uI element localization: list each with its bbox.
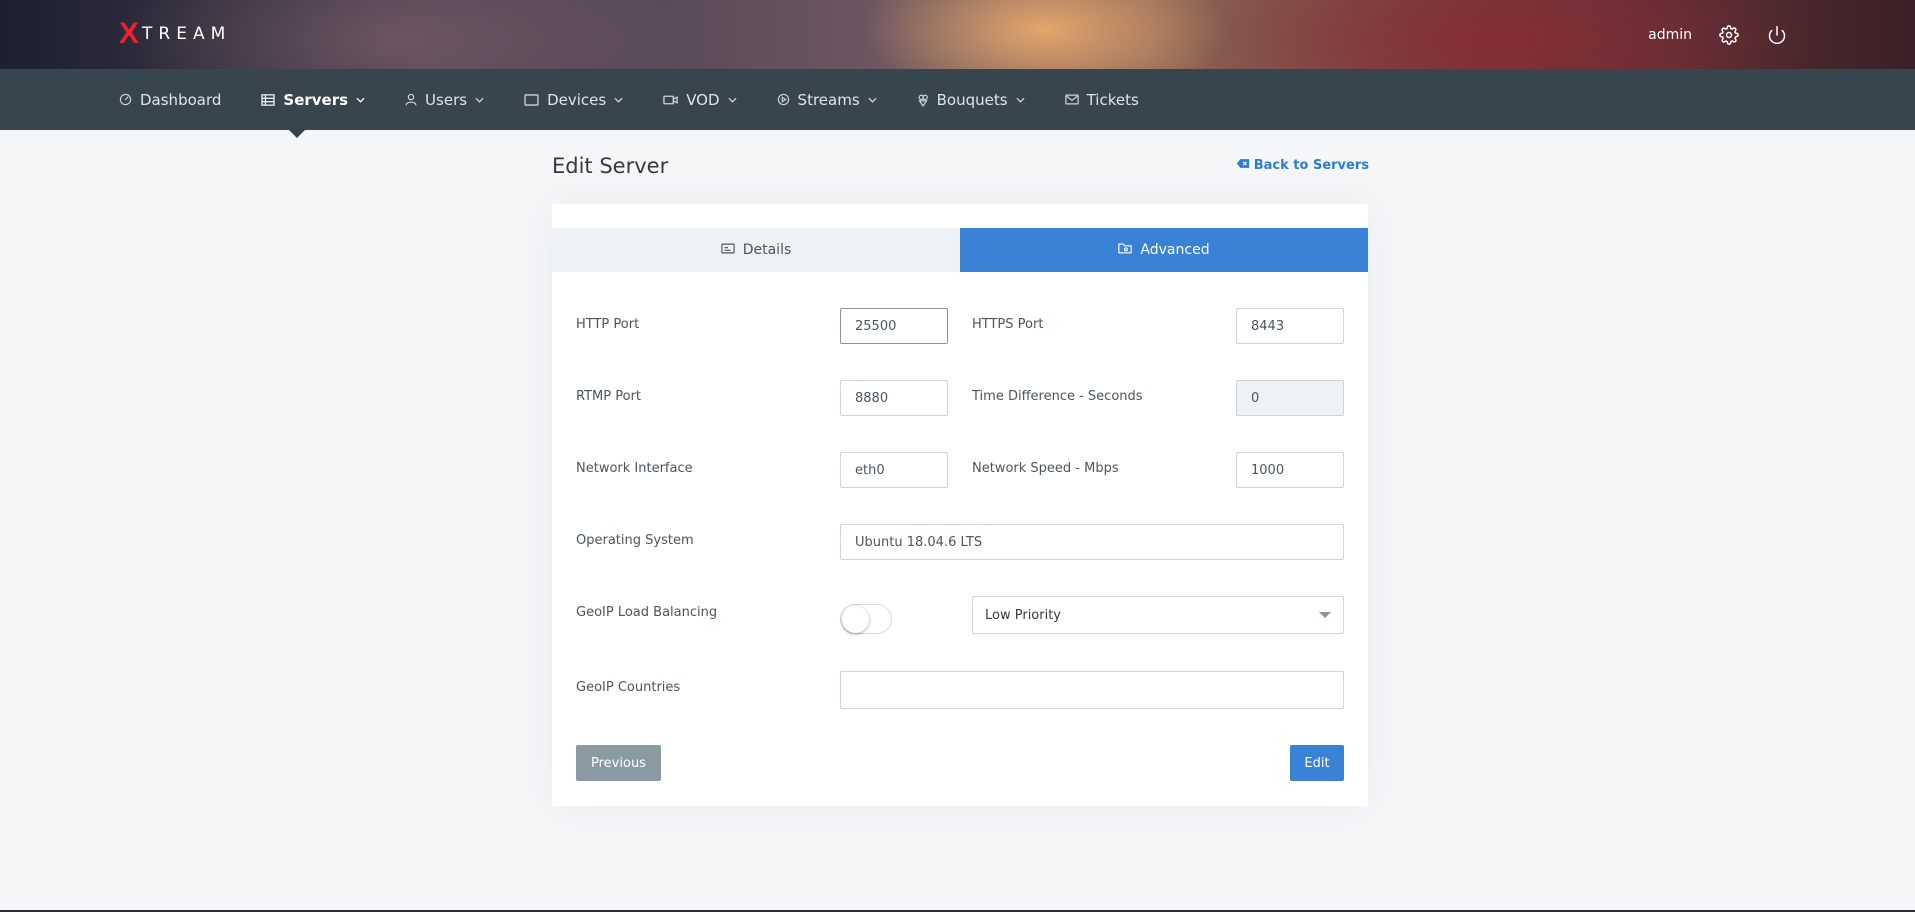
devices-icon [524, 93, 539, 106]
nav-label-users: Users [425, 90, 468, 109]
network-interface-label: Network Interface [576, 461, 693, 476]
edit-server-card: Details Advanced HTTP Port HTTPS Port RT… [552, 204, 1368, 806]
nav-item-servers[interactable]: Servers [261, 69, 365, 138]
nav-item-devices[interactable]: Devices [524, 69, 623, 130]
card-id-icon [721, 242, 735, 258]
chevron-down-icon [868, 97, 877, 103]
page-title: Edit Server [552, 154, 669, 178]
nav-label-tickets: Tickets [1086, 90, 1139, 109]
nav-item-users[interactable]: Users [405, 69, 484, 130]
main-navbar: Dashboard Servers Users Devices VOD Stre… [0, 69, 1915, 138]
chevron-down-icon [1016, 97, 1025, 103]
priority-select-value: Low Priority [985, 607, 1062, 623]
user-area: admin [1648, 20, 1788, 50]
chevron-down-icon [727, 97, 737, 103]
nav-label-vod: VOD [686, 90, 720, 109]
time-difference-input[interactable] [1236, 380, 1344, 416]
nav-item-vod[interactable]: VOD [663, 69, 737, 130]
nav-label-streams: Streams [797, 90, 860, 109]
http-port-input[interactable] [840, 308, 948, 344]
rtmp-port-input[interactable] [840, 380, 948, 416]
folder-settings-icon [1118, 242, 1133, 258]
nav-label-bouquets: Bouquets [936, 90, 1008, 109]
rtmp-port-label: RTMP Port [576, 389, 641, 404]
tab-advanced[interactable]: Advanced [960, 228, 1368, 272]
back-link-label: Back to Servers [1253, 158, 1369, 173]
nav-item-bouquets[interactable]: Bouquets [917, 69, 1025, 130]
username[interactable]: admin [1648, 27, 1692, 43]
bouquet-icon [917, 93, 929, 107]
network-interface-input[interactable] [840, 452, 948, 488]
tab-details-label: Details [742, 242, 792, 258]
nav-item-streams[interactable]: Streams [777, 69, 877, 130]
geoip-countries-input[interactable] [840, 671, 1344, 709]
nav-item-tickets[interactable]: Tickets [1064, 69, 1139, 130]
nav-label-devices: Devices [547, 90, 607, 109]
nav-label-dashboard: Dashboard [140, 90, 222, 109]
https-port-input[interactable] [1236, 308, 1344, 344]
vod-icon [663, 94, 678, 106]
mail-icon [1064, 94, 1079, 105]
gear-icon[interactable] [1718, 24, 1740, 46]
operating-system-input[interactable] [840, 524, 1344, 560]
geoip-load-balancing-label: GeoIP Load Balancing [576, 605, 718, 620]
geoip-load-balancing-toggle[interactable] [840, 604, 892, 634]
chevron-down-icon [614, 97, 623, 103]
tab-advanced-label: Advanced [1140, 242, 1210, 258]
toggle-knob [842, 606, 869, 633]
previous-button[interactable]: Previous [576, 745, 661, 781]
back-to-servers-link[interactable]: Back to Servers [1236, 158, 1369, 173]
dashboard-icon [119, 93, 132, 106]
nav-menu: Dashboard Servers Users Devices VOD Stre… [119, 69, 1179, 138]
servers-icon [261, 93, 275, 106]
priority-select[interactable]: Low Priority [972, 596, 1344, 634]
play-icon [777, 93, 790, 106]
network-speed-label: Network Speed - Mbps [972, 461, 1119, 476]
chevron-down-icon [356, 97, 365, 103]
xtream-logo[interactable]: X TREAM [119, 17, 232, 50]
time-difference-label: Time Difference - Seconds [972, 389, 1143, 404]
wizard-tabs: Details Advanced [552, 228, 1368, 272]
nav-label-servers: Servers [283, 90, 349, 109]
http-port-label: HTTP Port [576, 317, 640, 332]
https-port-label: HTTPS Port [972, 317, 1044, 332]
operating-system-label: Operating System [576, 533, 694, 548]
edit-button[interactable]: Edit [1290, 745, 1344, 781]
power-icon[interactable] [1766, 24, 1788, 46]
backspace-icon [1236, 158, 1250, 173]
tab-details[interactable]: Details [552, 228, 960, 272]
caret-down-icon [1319, 612, 1331, 618]
geoip-countries-label: GeoIP Countries [576, 680, 681, 695]
nav-item-dashboard[interactable]: Dashboard [119, 69, 221, 130]
logo-x: X [119, 17, 140, 50]
chevron-down-icon [475, 97, 484, 103]
user-icon [405, 93, 417, 106]
logo-text: TREAM [142, 24, 232, 44]
top-header: X TREAM admin [0, 0, 1915, 69]
network-speed-input[interactable] [1236, 452, 1344, 488]
active-indicator [289, 130, 306, 138]
